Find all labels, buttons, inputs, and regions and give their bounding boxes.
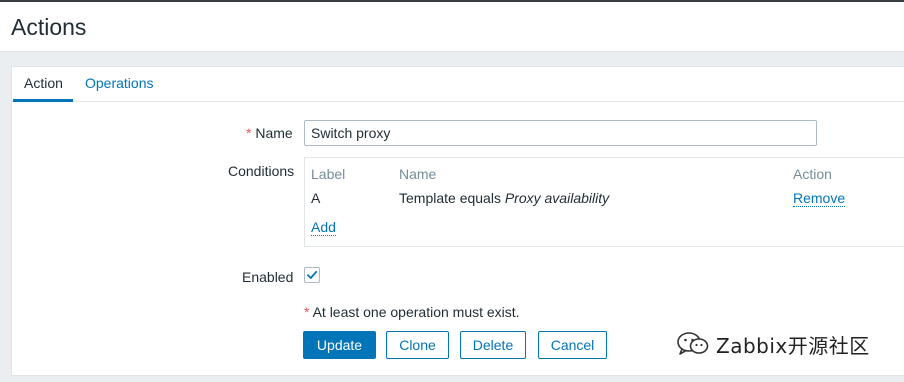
- remove-condition-link[interactable]: Remove: [793, 190, 846, 207]
- warning-text: At least one operation must exist.: [309, 304, 520, 320]
- enabled-label: Enabled: [242, 269, 294, 285]
- operations-warning: * At least one operation must exist.: [304, 304, 520, 320]
- conditions-table: Label Name Action A Template equals Prox…: [304, 157, 904, 247]
- col-header-action: Action: [793, 166, 832, 182]
- tab-operations[interactable]: Operations: [74, 67, 164, 102]
- tab-action[interactable]: Action: [13, 67, 73, 102]
- name-label: * Name: [246, 125, 293, 141]
- col-header-name: Name: [399, 166, 437, 182]
- col-header-label: Label: [311, 166, 346, 182]
- clone-button[interactable]: Clone: [386, 331, 449, 359]
- page-header: Actions: [0, 0, 904, 52]
- enabled-checkbox[interactable]: [304, 267, 320, 283]
- watermark: Zabbix开源社区: [676, 330, 870, 358]
- required-mark: *: [246, 125, 252, 141]
- name-label-text: Name: [255, 125, 293, 141]
- name-input[interactable]: [304, 120, 817, 146]
- checkmark-icon: [307, 270, 318, 279]
- condition-name-prefix: Template equals: [399, 190, 505, 206]
- tab-bar: Action Operations: [12, 67, 904, 102]
- condition-label-cell: A: [311, 190, 321, 206]
- condition-name-value: Proxy availability: [504, 190, 610, 206]
- wechat-icon: [677, 332, 709, 355]
- add-condition-link[interactable]: Add: [311, 219, 336, 236]
- watermark-text: Zabbix开源社区: [716, 333, 870, 358]
- update-button[interactable]: Update: [303, 331, 376, 359]
- page-title: Actions: [11, 14, 87, 40]
- conditions-label: Conditions: [228, 163, 295, 179]
- cancel-button[interactable]: Cancel: [538, 331, 607, 359]
- condition-name-cell: Template equals Proxy availability: [399, 190, 609, 206]
- delete-button[interactable]: Delete: [460, 331, 526, 359]
